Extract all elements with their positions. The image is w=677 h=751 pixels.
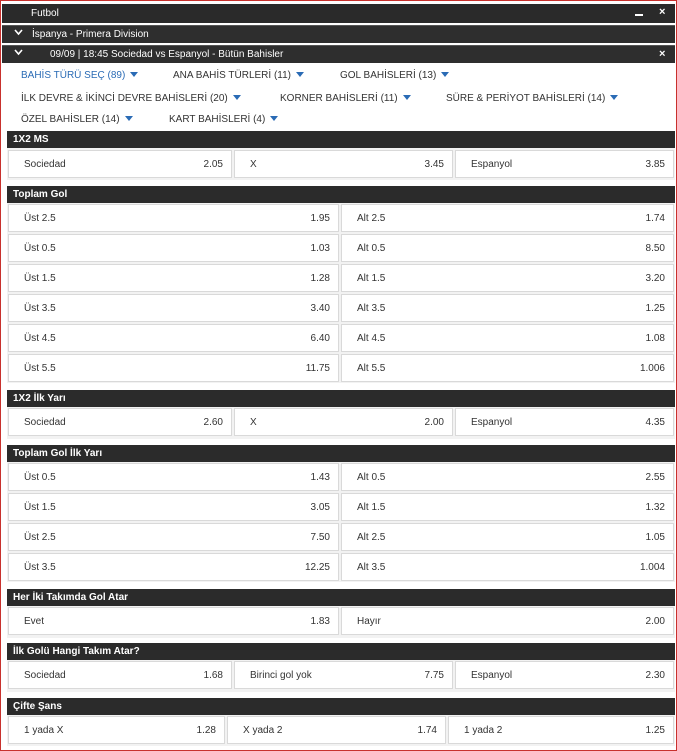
odd-cell[interactable]: Alt 0.5 2.55: [341, 463, 674, 491]
odd-cell[interactable]: X 3.45: [234, 150, 453, 178]
section-title: Toplam Gol: [7, 186, 675, 203]
odd-cell[interactable]: Üst 0.5 1.03: [8, 234, 339, 262]
market-1x2-first-half: Sociedad 2.60 X 2.00 Espanyol 4.35: [7, 407, 675, 439]
odd-cell[interactable]: Espanyol 2.30: [455, 661, 674, 689]
odd-cell[interactable]: Üst 2.5 1.95: [8, 204, 339, 232]
league-title: İspanya - Primera Division: [32, 29, 149, 40]
dropdown-arrow-icon: [296, 72, 304, 77]
section-title: Toplam Gol İlk Yarı: [7, 445, 675, 462]
bet-type-tabs: BAHİS TÜRÜ SEÇ (89) ANA BAHİS TÜRLERİ (1…: [2, 63, 675, 129]
match-title: 09/09 | 18:45 Sociedad vs Espanyol - Büt…: [50, 49, 284, 60]
tab-main-bets[interactable]: ANA BAHİS TÜRLERİ (11): [173, 70, 304, 81]
odd-cell[interactable]: Sociedad 1.68: [8, 661, 232, 689]
market-total-goals: Üst 2.5 1.95 Alt 2.5 1.74 Üst 0.5 1.03 Alt 0.5…: [7, 203, 675, 383]
tab-time-bets[interactable]: SÜRE & PERİYOT BAHİSLERİ (14): [446, 93, 619, 104]
dropdown-arrow-icon: [610, 95, 619, 100]
odd-cell[interactable]: Üst 0.5 1.43: [8, 463, 339, 491]
odd-cell[interactable]: Alt 1.5 1.32: [341, 493, 674, 521]
odd-cell[interactable]: Alt 5.5 1.006: [341, 354, 674, 382]
section-title: Her İki Takımda Gol Atar: [7, 589, 675, 606]
close-icon[interactable]: ×: [659, 6, 665, 18]
tab-bet-type-select[interactable]: BAHİS TÜRÜ SEÇ (89): [21, 70, 139, 81]
dropdown-arrow-icon: [232, 95, 241, 100]
dropdown-arrow-icon: [270, 116, 279, 121]
odd-cell[interactable]: Alt 2.5 1.05: [341, 523, 674, 551]
market-total-goals-first-half: Üst 0.5 1.43 Alt 0.5 2.55 Üst 1.5 3.05 Alt 1.5…: [7, 462, 675, 582]
odd-cell[interactable]: Espanyol 4.35: [455, 408, 674, 436]
odd-cell[interactable]: Alt 1.5 3.20: [341, 264, 674, 292]
tab-card-bets[interactable]: KART BAHİSLERİ (4): [169, 114, 279, 125]
close-icon[interactable]: ×: [659, 48, 665, 60]
tab-goal-bets[interactable]: GOL BAHİSLERİ (13): [340, 70, 450, 81]
odd-cell[interactable]: Evet 1.83: [8, 607, 339, 635]
odd-cell[interactable]: Üst 4.5 6.40: [8, 324, 339, 352]
odd-cell[interactable]: Alt 2.5 1.74: [341, 204, 674, 232]
odd-cell[interactable]: Birinci gol yok 7.75: [234, 661, 453, 689]
odd-cell[interactable]: Üst 1.5 1.28: [8, 264, 339, 292]
odd-cell[interactable]: Alt 0.5 8.50: [341, 234, 674, 262]
odd-cell[interactable]: Üst 3.5 3.40: [8, 294, 339, 322]
sport-title: Futbol: [31, 8, 59, 19]
tab-half-bets[interactable]: İLK DEVRE & İKİNCİ DEVRE BAHİSLERİ (20): [21, 93, 241, 104]
market-both-teams-score: Evet 1.83 Hayır 2.00: [7, 606, 675, 638]
odd-cell[interactable]: 1 yada X 1.28: [8, 716, 225, 744]
odd-cell[interactable]: X yada 2 1.74: [227, 716, 446, 744]
betting-window: Futbol × İspanya - Primera Division 09/0…: [0, 0, 677, 751]
odd-cell[interactable]: Alt 4.5 1.08: [341, 324, 674, 352]
dropdown-arrow-icon: [124, 116, 133, 121]
league-header[interactable]: İspanya - Primera Division: [2, 25, 675, 43]
odd-cell[interactable]: Alt 3.5 1.004: [341, 553, 674, 581]
odd-cell[interactable]: Sociedad 2.05: [8, 150, 232, 178]
tab-special-bets[interactable]: ÖZEL BAHİSLER (14): [21, 114, 133, 125]
section-title: 1X2 İlk Yarı: [7, 390, 675, 407]
dropdown-arrow-icon: [130, 72, 139, 77]
odd-cell[interactable]: Sociedad 2.60: [8, 408, 232, 436]
match-header[interactable]: 09/09 | 18:45 Sociedad vs Espanyol - Büt…: [2, 45, 675, 63]
odd-cell[interactable]: Üst 1.5 3.05: [8, 493, 339, 521]
market-1x2-ms: Sociedad 2.05 X 3.45 Espanyol 3.85: [7, 148, 675, 180]
dropdown-arrow-icon: [441, 72, 450, 77]
market-double-chance: 1 yada X 1.28 X yada 2 1.74 1 yada 2 1.25: [7, 715, 675, 746]
tab-corner-bets[interactable]: KORNER BAHİSLERİ (11): [280, 93, 411, 104]
odd-cell[interactable]: X 2.00: [234, 408, 453, 436]
odd-cell[interactable]: Üst 3.5 12.25: [8, 553, 339, 581]
section-title: Çifte Şans: [7, 698, 675, 715]
section-title: İlk Golü Hangi Takım Atar?: [7, 643, 675, 660]
sport-header: Futbol ×: [2, 4, 675, 23]
section-title: 1X2 MS: [7, 131, 675, 148]
chevron-down-icon[interactable]: [14, 29, 23, 37]
odd-cell[interactable]: Üst 5.5 11.75: [8, 354, 339, 382]
dropdown-arrow-icon: [402, 95, 411, 100]
minimize-icon[interactable]: [635, 14, 643, 16]
market-first-goal: Sociedad 1.68 Birinci gol yok 7.75 Espanyo…: [7, 660, 675, 692]
odd-cell[interactable]: Hayır 2.00: [341, 607, 674, 635]
odd-cell[interactable]: Alt 3.5 1.25: [341, 294, 674, 322]
odd-cell[interactable]: Espanyol 3.85: [455, 150, 674, 178]
chevron-down-icon[interactable]: [14, 49, 23, 57]
odd-cell[interactable]: Üst 2.5 7.50: [8, 523, 339, 551]
odd-cell[interactable]: 1 yada 2 1.25: [448, 716, 674, 744]
